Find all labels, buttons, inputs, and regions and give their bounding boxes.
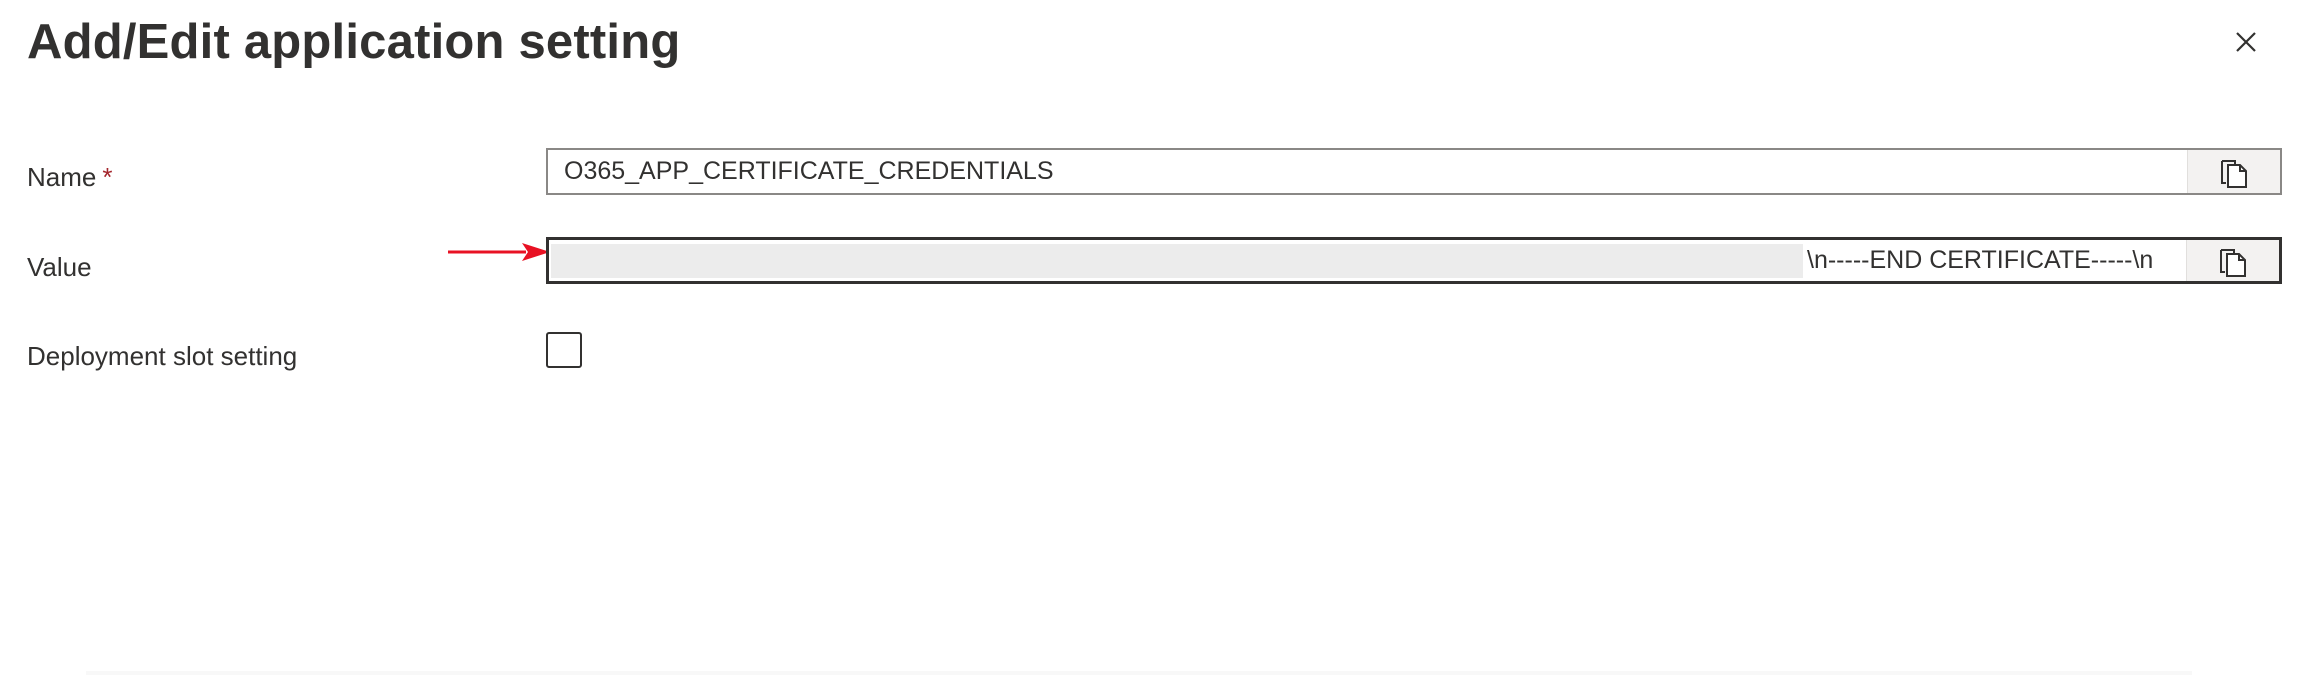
add-edit-setting-panel: Add/Edit application setting Name * O365_… bbox=[0, 0, 2304, 675]
required-marker: * bbox=[102, 162, 113, 192]
copy-icon bbox=[2219, 155, 2249, 189]
value-visible-tail: \n-----END CERTIFICATE-----\n bbox=[1807, 246, 2154, 274]
value-field[interactable]: \n-----END CERTIFICATE-----\n bbox=[546, 237, 2282, 284]
name-input-value: O365_APP_CERTIFICATE_CREDENTIALS bbox=[564, 157, 1054, 185]
redacted-value bbox=[551, 244, 1803, 278]
deployment-slot-label: Deployment slot setting bbox=[27, 341, 298, 371]
name-label-text: Name bbox=[27, 162, 97, 192]
panel-title: Add/Edit application setting bbox=[27, 15, 681, 69]
copy-value-button[interactable] bbox=[2186, 240, 2279, 281]
close-icon bbox=[2224, 20, 2268, 64]
red-arrow-icon bbox=[446, 238, 550, 266]
value-label: Value bbox=[27, 252, 92, 282]
close-button[interactable] bbox=[2224, 20, 2268, 64]
name-field[interactable]: O365_APP_CERTIFICATE_CREDENTIALS bbox=[546, 148, 2282, 195]
panel-bottom-edge bbox=[86, 671, 2192, 675]
deployment-slot-checkbox[interactable] bbox=[546, 332, 582, 368]
copy-icon bbox=[2218, 244, 2248, 278]
copy-name-button[interactable] bbox=[2187, 150, 2280, 193]
name-label: Name * bbox=[27, 161, 112, 193]
